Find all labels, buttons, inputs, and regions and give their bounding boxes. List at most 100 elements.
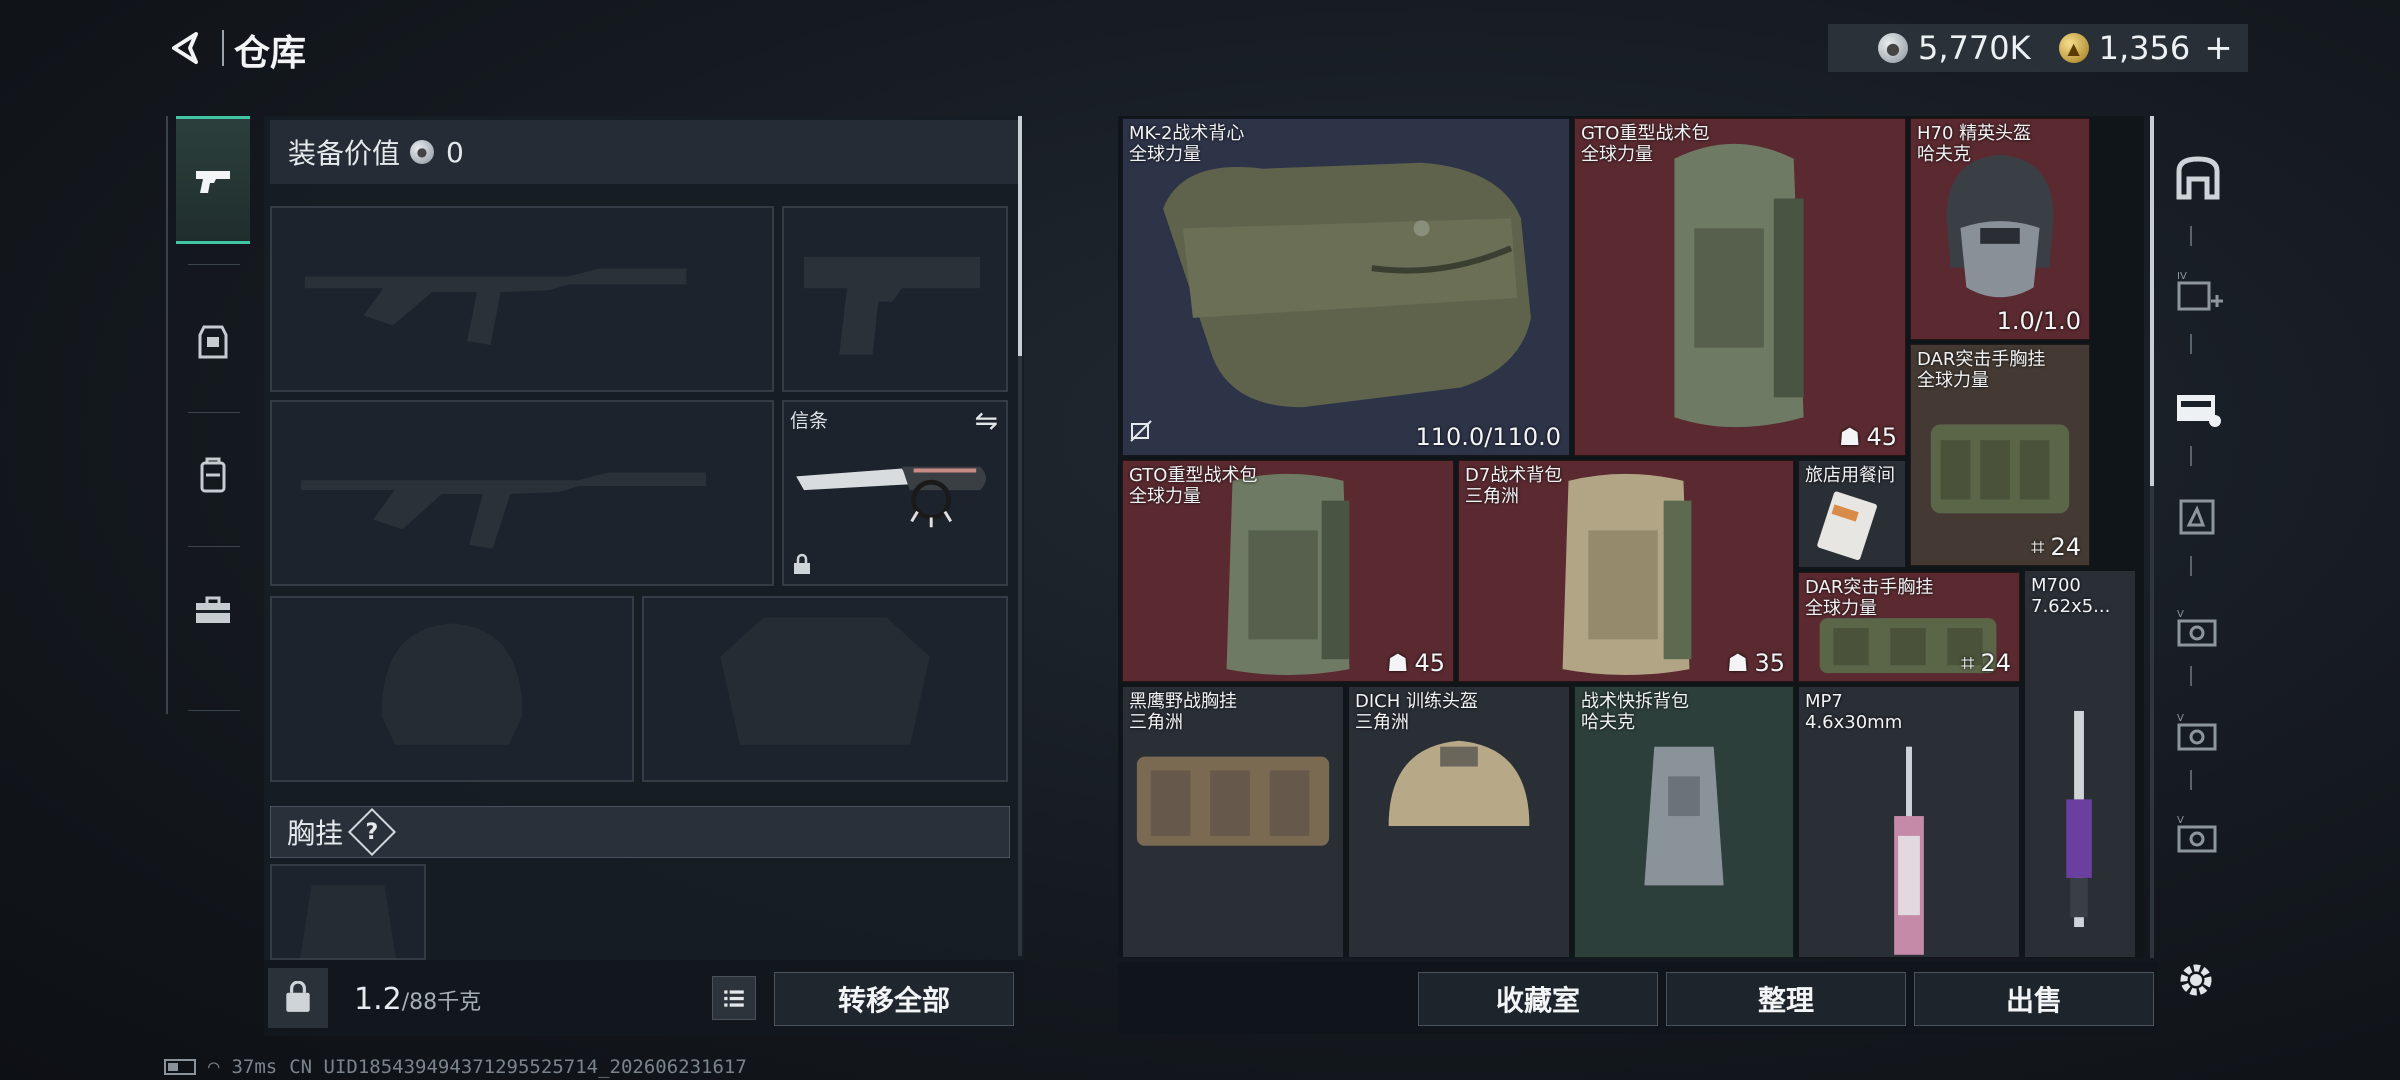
armor-slot[interactable] <box>642 596 1008 782</box>
category-rail <box>166 116 258 714</box>
backpack-icon <box>200 457 226 493</box>
item-blackhawk-chest-rig[interactable]: 黑鹰野战胸挂 三角洲 <box>1122 686 1344 958</box>
equipment-scroll-thumb[interactable] <box>1018 116 1022 356</box>
armor-silhouette-icon <box>720 617 930 745</box>
sell-button[interactable]: 出售 <box>1914 972 2154 1026</box>
svg-text:V: V <box>2177 609 2184 620</box>
storage-add-icon: IV <box>2177 271 2223 311</box>
backpack-icon <box>1674 143 1804 428</box>
armor-vest-icon <box>1163 162 1531 408</box>
toolbox-icon <box>196 596 230 623</box>
item-durability: 1.0/1.0 <box>1996 307 2081 335</box>
title-divider <box>222 30 224 66</box>
item-m700[interactable]: M700 7.62x5... <box>2024 570 2136 958</box>
warehouse-scroll-thumb[interactable] <box>2150 116 2154 486</box>
gold-coin-icon: ▲ <box>2058 33 2089 63</box>
category-tools[interactable] <box>176 546 250 674</box>
silver-amount: 5,770K <box>1918 29 2031 67</box>
tab-storage-v3[interactable]: V <box>2170 808 2226 864</box>
item-d7-backpack[interactable]: D7战术背包 三角洲 ☗ 35 <box>1458 460 1794 682</box>
chest-rig-label: 胸挂 <box>287 817 344 850</box>
bag-weight-icon <box>268 968 328 1028</box>
list-view-button[interactable] <box>712 976 756 1020</box>
item-mk2-vest[interactable]: MK-2战术背心 全球力量 110.0/110.0 <box>1122 118 1570 456</box>
slots-icon: ⌗ <box>1960 649 1975 677</box>
organize-button[interactable]: 整理 <box>1666 972 1906 1026</box>
equipment-value: 0 <box>446 135 464 169</box>
helmet-slot[interactable] <box>270 596 634 782</box>
warehouse-grid: MK-2战术背心 全球力量 110.0/110.0 GTO重型战术包 全球力量 … <box>1118 116 2144 958</box>
lock-icon <box>790 552 814 580</box>
category-backpack[interactable] <box>176 412 250 540</box>
item-capacity: 45 <box>1414 649 1445 677</box>
chest-rig-silhouette-icon <box>300 885 396 958</box>
weight-readout: 1.2/88千克 <box>354 982 481 1017</box>
capacity-icon: ☗ <box>1726 649 1749 677</box>
storage-tabs-rail: IV V V V <box>2160 116 2236 976</box>
melee-slot[interactable]: 信条 ⇋ <box>782 400 1008 586</box>
item-quick-release-backpack[interactable]: 战术快拆背包 哈夫克 <box>1574 686 1794 958</box>
tab-storage-iv[interactable]: IV <box>2170 266 2226 322</box>
item-capacity: 35 <box>1754 649 1785 677</box>
item-h70-helmet[interactable]: H70 精英头盔 哈夫克 1.0/1.0 <box>1910 118 2090 340</box>
item-gto-bag[interactable]: GTO重型战术包 全球力量 ☗ 45 <box>1574 118 1906 456</box>
gold-amount: 1,356 <box>2098 29 2191 67</box>
slots-icon: ⌗ <box>2030 533 2045 561</box>
armor-vest-icon <box>198 325 228 359</box>
help-icon[interactable]: ? <box>347 807 397 857</box>
capacity-icon: ☗ <box>1386 649 1409 677</box>
tab-storage-gti[interactable] <box>2170 380 2226 436</box>
rifle-silhouette-icon <box>304 268 687 345</box>
currency-bar: ● 5,770K ▲ 1,356 + <box>1828 24 2248 72</box>
list-icon <box>724 990 744 1007</box>
svg-text:IV: IV <box>2177 271 2187 282</box>
item-mp7[interactable]: MP7 4.6x30mm <box>1798 686 2020 958</box>
tab-storage-4[interactable] <box>2170 488 2226 544</box>
item-slots: 24 <box>1980 649 2011 677</box>
storage-icon: V <box>2177 815 2217 853</box>
item-slots: 24 <box>2050 533 2081 561</box>
battery-icon <box>164 1059 196 1075</box>
pistol-icon <box>196 171 230 193</box>
weight-current: 1.2 <box>354 982 402 1017</box>
svg-text:V: V <box>2177 815 2184 826</box>
helmet-silhouette-icon <box>381 623 523 745</box>
category-weapons[interactable] <box>176 116 250 244</box>
capacity-icon: ☗ <box>1838 423 1861 451</box>
category-armor[interactable] <box>176 278 250 406</box>
transfer-all-button[interactable]: 转移全部 <box>774 972 1014 1026</box>
item-dich-helmet[interactable]: DICH 训练头盔 三角洲 <box>1348 686 1570 958</box>
add-currency-button[interactable]: + <box>2204 28 2233 68</box>
item-gto-bag[interactable]: GTO重型战术包 全球力量 ☗ 45 <box>1122 460 1454 682</box>
item-durability: 110.0/110.0 <box>1415 423 1562 451</box>
tab-storage-v1[interactable]: V <box>2170 602 2226 658</box>
durability-icon <box>1129 419 1153 447</box>
knife-icon <box>796 466 986 528</box>
rifle-icon <box>2066 710 2092 928</box>
item-dar-chest-rig[interactable]: DAR突击手胸挂 全球力量 ⌗ 24 <box>1910 344 2090 566</box>
page-title: 仓库 <box>234 33 307 74</box>
gear-icon <box>2180 964 2212 996</box>
tab-storage-v2[interactable]: V <box>2170 706 2226 762</box>
silver-coin-icon: ● <box>1878 33 1908 63</box>
silver-coin-icon: ● <box>410 140 435 164</box>
pistol-silhouette-icon <box>804 256 981 355</box>
item-dar-chest-rig[interactable]: DAR突击手胸挂 全球力量 ⌗ 24 <box>1798 572 2020 682</box>
chest-rig-slot[interactable] <box>270 864 426 960</box>
back-button[interactable] <box>160 22 212 74</box>
primary-weapon-slot[interactable] <box>270 206 774 392</box>
storage-icon: V <box>2177 609 2217 647</box>
pistol-slot[interactable] <box>782 206 1008 392</box>
secondary-weapon-slot[interactable] <box>270 400 774 586</box>
collection-room-button[interactable]: 收藏室 <box>1418 972 1658 1026</box>
wifi-icon: ◠ <box>208 1056 220 1078</box>
storage-icon: V <box>2177 713 2217 751</box>
system-status-bar: ◠ 37ms CN UID18543949437129552571​4_2026… <box>164 1056 747 1078</box>
equipment-value-header: 装备价值 ● 0 <box>270 120 1018 184</box>
item-hotel-dining-key[interactable]: 旅店用餐间 <box>1798 460 1906 568</box>
tab-safebox[interactable] <box>2170 150 2226 206</box>
svg-text:V: V <box>2177 713 2184 724</box>
weight-max: /88千克 <box>401 990 482 1015</box>
settings-button[interactable] <box>2172 956 2220 1004</box>
ping-readout: 37ms <box>231 1056 278 1078</box>
